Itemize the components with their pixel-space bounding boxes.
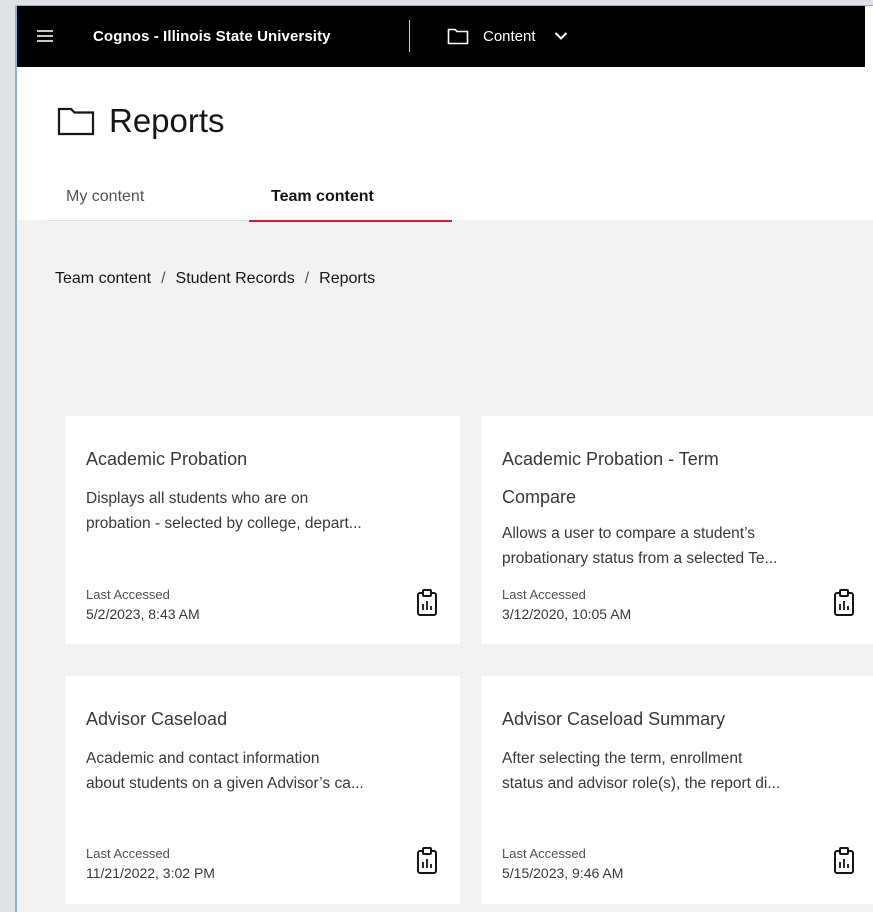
card-description: about students on a given Advisor’s ca..… — [86, 775, 364, 792]
report-card-advisor-caseload[interactable]: Advisor Caseload Academic and contact in… — [65, 676, 460, 904]
page-title: Reports — [109, 102, 225, 139]
last-accessed-label: Last Accessed — [86, 846, 170, 861]
hamburger-menu-icon[interactable] — [37, 27, 53, 43]
card-title: Advisor Caseload — [86, 709, 228, 729]
report-card-academic-probation[interactable]: Academic Probation Displays all students… — [65, 416, 460, 644]
folder-icon — [447, 28, 469, 45]
page-title-row: Reports — [57, 102, 225, 140]
breadcrumb-team-content[interactable]: Team content — [55, 270, 151, 288]
tab-label: Team content — [271, 188, 374, 205]
report-card-academic-probation-term-compare[interactable]: Academic Probation - Term Compare Allows… — [481, 416, 873, 644]
topbar-divider — [409, 20, 410, 52]
page-header: Reports My content Team content — [17, 67, 873, 222]
content-switcher[interactable]: Content — [447, 20, 568, 52]
last-accessed-label: Last Accessed — [502, 587, 586, 602]
breadcrumb: Team content / Student Records / Reports — [55, 270, 375, 288]
tab-team-content[interactable]: Team content — [249, 182, 452, 222]
card-title: Academic Probation - Term — [502, 449, 719, 469]
tab-my-content[interactable]: My content — [47, 182, 249, 221]
app-title[interactable]: Cognos - Illinois State University — [93, 28, 331, 45]
app-frame: Cognos - Illinois State University Conte… — [15, 5, 873, 912]
card-description: status and advisor role(s), the report d… — [502, 775, 781, 792]
last-accessed-date: 11/21/2022, 3:02 PM — [86, 865, 215, 881]
breadcrumb-reports[interactable]: Reports — [319, 270, 375, 288]
card-title: Academic Probation — [86, 449, 248, 469]
right-gutter — [865, 6, 873, 67]
breadcrumb-separator: / — [161, 270, 166, 287]
last-accessed-label: Last Accessed — [502, 846, 586, 861]
card-title: Advisor Caseload Summary — [502, 709, 726, 729]
card-description: Displays all students who are on — [86, 490, 309, 507]
card-description: probation - selected by college, depart.… — [86, 515, 362, 532]
card-description: Allows a user to compare a student’s — [502, 525, 756, 542]
card-description: Academic and contact information — [86, 750, 320, 767]
breadcrumb-separator: / — [304, 270, 310, 287]
content-switcher-label: Content — [483, 27, 536, 45]
card-description: probationary status from a selected Te..… — [502, 550, 778, 567]
report-icon — [417, 589, 437, 616]
report-icon — [417, 847, 437, 874]
last-accessed-date: 5/2/2023, 8:43 AM — [86, 606, 200, 622]
top-bar: Cognos - Illinois State University Conte… — [17, 6, 865, 67]
chevron-down-icon — [554, 32, 567, 40]
report-icon — [834, 847, 854, 874]
last-accessed-label: Last Accessed — [86, 587, 170, 602]
last-accessed-date: 5/15/2023, 9:46 AM — [502, 865, 624, 881]
report-icon — [834, 589, 854, 616]
tab-label: My content — [66, 188, 145, 205]
breadcrumb-student-records[interactable]: Student Records — [176, 270, 295, 288]
card-title-continued: Compare — [502, 487, 577, 507]
last-accessed-date: 3/12/2020, 10:05 AM — [502, 606, 632, 622]
card-description: After selecting the term, enrollment — [502, 750, 743, 767]
report-card-advisor-caseload-summary[interactable]: Advisor Caseload Summary After selecting… — [481, 676, 873, 904]
folder-icon — [57, 107, 95, 136]
